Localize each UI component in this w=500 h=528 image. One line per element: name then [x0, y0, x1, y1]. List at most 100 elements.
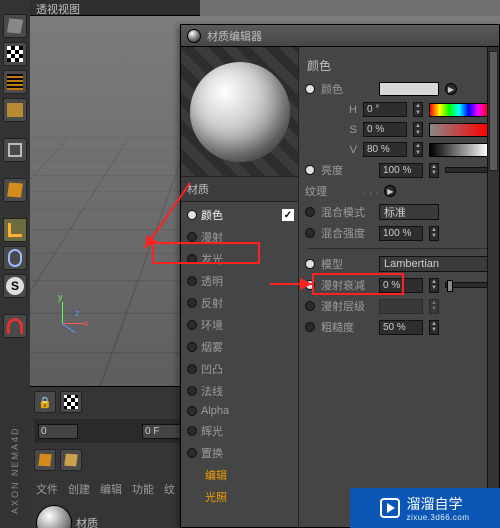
channel-label: 颜色	[201, 207, 223, 223]
prop-v-label: V	[305, 144, 357, 156]
bottom-tab-edit[interactable]: 编辑	[100, 481, 122, 497]
tool-orange-cube[interactable]	[3, 178, 27, 202]
axis-z-label: z	[75, 308, 80, 318]
texture-picker-button[interactable]: ▶	[384, 185, 396, 197]
prop-layers-label: 漫射层级	[321, 298, 373, 314]
prop-blend-strength-spinner[interactable]: ▲▼	[429, 226, 439, 241]
prop-falloff-slider[interactable]	[445, 282, 493, 288]
axis-x-label: x	[84, 318, 89, 328]
prop-roughness-spinner[interactable]: ▲▼	[429, 320, 439, 335]
channel-label: 辉光	[201, 423, 223, 439]
play-icon	[380, 498, 400, 518]
scrollbar-thumb[interactable]	[489, 51, 498, 171]
separator	[307, 248, 497, 249]
timeline[interactable]	[34, 419, 186, 443]
bottom-tab-create[interactable]: 创建	[68, 481, 90, 497]
radio-on-icon[interactable]	[305, 84, 315, 94]
tool-striped[interactable]	[3, 70, 27, 94]
prop-falloff-spinner[interactable]: ▲▼	[429, 278, 439, 293]
channel-normal[interactable]: 法线	[183, 380, 298, 402]
channel-illum[interactable]: 光照	[183, 486, 298, 508]
tool-cube[interactable]	[3, 14, 27, 38]
channel-label: 漫射	[201, 229, 223, 245]
channel-color[interactable]: 颜色 ✓	[183, 204, 298, 226]
tool-s-sphere[interactable]: S	[3, 274, 27, 298]
color-swatch[interactable]	[379, 82, 439, 96]
bottom-cube2-button[interactable]	[60, 449, 82, 471]
small-cube2-icon	[64, 454, 78, 467]
tool-axis-L[interactable]	[3, 218, 27, 242]
axis-y-label: y	[58, 292, 63, 302]
frame-end-input[interactable]	[142, 424, 182, 439]
radio-on-icon[interactable]	[305, 280, 315, 290]
channel-bump[interactable]: 凹凸	[183, 358, 298, 380]
channel-environment[interactable]: 环境	[183, 314, 298, 336]
prop-roughness-label: 粗糙度	[321, 319, 373, 335]
channel-label: 凹凸	[201, 361, 223, 377]
prop-layers-value	[379, 299, 423, 314]
bottom-tab-file[interactable]: 文件	[36, 481, 58, 497]
prop-h-spinner[interactable]: ▲▼	[413, 102, 423, 117]
bottom-grid-button[interactable]	[60, 391, 82, 413]
val-bar[interactable]	[429, 143, 489, 157]
prop-brightness-slider[interactable]	[445, 167, 493, 173]
color-picker-button[interactable]: ▶	[445, 83, 457, 95]
channel-transparency[interactable]: 透明	[183, 270, 298, 292]
channel-displacement[interactable]: 置换	[183, 442, 298, 464]
radio-on-icon[interactable]	[305, 259, 315, 269]
channel-edit[interactable]: 编辑	[183, 464, 298, 486]
prop-roughness-value[interactable]: 50 %	[379, 320, 423, 335]
channel-label: 透明	[201, 273, 223, 289]
bottom-lock-button[interactable]: 🔒	[34, 391, 56, 413]
material-slot[interactable]: 材质	[36, 505, 184, 528]
prop-blend-mode-dropdown[interactable]: 标准	[379, 204, 439, 220]
radio-off-icon[interactable]	[305, 207, 315, 217]
channel-diffuse[interactable]: 漫射	[183, 226, 298, 248]
tool-flat[interactable]	[3, 98, 27, 122]
prop-brightness-value[interactable]: 100 %	[379, 163, 423, 178]
material-editor-titlebar[interactable]: 材质编辑器	[181, 25, 499, 47]
tool-checker[interactable]	[3, 42, 27, 66]
channel-glow[interactable]: 辉光	[183, 420, 298, 442]
radio-icon	[187, 320, 197, 330]
hue-bar[interactable]	[429, 103, 489, 117]
tool-mouse[interactable]	[3, 246, 27, 270]
material-ball-icon	[36, 505, 72, 528]
radio-on-icon[interactable]	[305, 165, 315, 175]
material-preview[interactable]	[181, 47, 298, 177]
prop-blend-mode-label: 混合模式	[321, 204, 373, 220]
tool-magnet[interactable]	[3, 314, 27, 338]
channel-reflection[interactable]: 反射	[183, 292, 298, 314]
radio-off-icon[interactable]	[305, 228, 315, 238]
prop-v-spinner[interactable]: ▲▼	[413, 142, 423, 157]
channel-sublabel: 光照	[187, 489, 227, 505]
sat-bar[interactable]	[429, 123, 489, 137]
prop-v-value[interactable]: 80 %	[363, 142, 407, 157]
prop-falloff-value[interactable]: 0 %	[379, 278, 423, 293]
bottom-cube1-button[interactable]	[34, 449, 56, 471]
prop-h-value[interactable]: 0 °	[363, 102, 407, 117]
radio-off-icon[interactable]	[305, 301, 315, 311]
frame-start-input[interactable]	[38, 424, 78, 439]
channel-fog[interactable]: 烟雾	[183, 336, 298, 358]
prop-brightness-spinner[interactable]: ▲▼	[429, 163, 439, 178]
channel-luminance[interactable]: 发光	[183, 248, 298, 270]
channel-label: 反射	[201, 295, 223, 311]
prop-model-dropdown[interactable]: Lambertian	[379, 256, 499, 272]
mouse-icon	[8, 249, 22, 267]
radio-icon	[187, 448, 197, 458]
radio-off-icon[interactable]	[305, 322, 315, 332]
axis-gizmo: y x z	[50, 296, 90, 336]
bottom-panel: 🔒 文件 创建 编辑 功能 纹 材质	[30, 386, 190, 528]
bottom-tab-tex[interactable]: 纹	[164, 481, 175, 497]
small-cube-icon	[38, 454, 52, 467]
channel-alpha[interactable]: Alpha	[183, 402, 298, 420]
prop-s-spinner[interactable]: ▲▼	[413, 122, 423, 137]
prop-color-label: 颜色	[321, 81, 373, 97]
tool-box-outline[interactable]	[3, 138, 27, 162]
right-scrollbar[interactable]	[487, 47, 499, 527]
bottom-tab-func[interactable]: 功能	[132, 481, 154, 497]
prop-s-value[interactable]: 0 %	[363, 122, 407, 137]
grid-icon	[64, 395, 78, 409]
prop-blend-strength-value[interactable]: 100 %	[379, 226, 423, 241]
